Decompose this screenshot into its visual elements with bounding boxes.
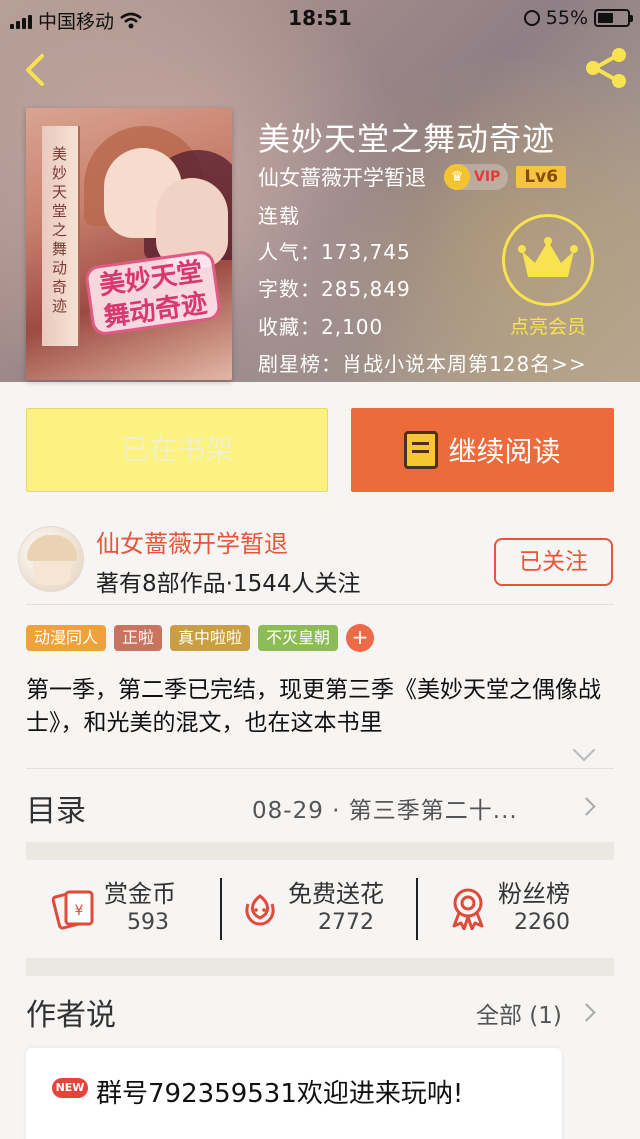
vip-label: VIP (474, 169, 501, 185)
crown-icon (518, 237, 578, 277)
medal-icon (452, 888, 484, 930)
follow-button[interactable]: 已关注 (494, 538, 613, 586)
book-cover[interactable]: 美妙天堂之舞动奇迹 美妙天堂舞动奇迹 (26, 108, 232, 380)
favorites: 收藏：2,100 (258, 315, 384, 339)
vip-badge: ♛ VIP (444, 164, 509, 190)
expand-icon[interactable] (572, 738, 596, 762)
crown-icon: ♛ (444, 164, 470, 190)
continue-reading-label: 继续阅读 (448, 435, 561, 468)
back-icon[interactable] (18, 52, 54, 88)
section-divider (26, 842, 614, 860)
tag[interactable]: 正啦 (114, 625, 163, 651)
reward-coins-label: 赏金币 (104, 880, 176, 908)
flower-icon (245, 894, 275, 926)
reward-coins-value: 593 (127, 910, 169, 935)
author-name[interactable]: 仙女蔷薇开学暂退 (258, 162, 426, 192)
level-badge: Lv6 (516, 166, 567, 188)
book-description: 第一季，第二季已完结，现更第三季《美妙天堂之偶像战士》，和光美的混文，也在这本书… (26, 677, 601, 736)
continue-reading-button[interactable]: 继续阅读 (351, 408, 614, 492)
chevron-right-icon[interactable] (577, 1003, 596, 1022)
fan-ranking-label: 粉丝榜 (498, 880, 570, 908)
author-card-name[interactable]: 仙女蔷薇开学暂退 (96, 524, 288, 559)
toc-label[interactable]: 目录 (26, 786, 86, 830)
add-tag-button[interactable]: + (346, 624, 375, 652)
divider (416, 878, 418, 940)
battery-status: 55% (523, 7, 633, 29)
battery-percent: 55% (545, 7, 588, 29)
svg-text:¥: ¥ (75, 903, 84, 919)
book-icon (404, 431, 439, 469)
battery-icon (594, 9, 633, 27)
red-envelope-icon: ¥ (52, 890, 94, 930)
serial-status: 连载 (258, 204, 300, 228)
book-title: 美妙天堂之舞动奇迹 (258, 120, 556, 158)
ranking-link[interactable]: 剧星榜：肖战小说本周第128名>> (258, 348, 587, 377)
rotation-lock-icon (523, 10, 540, 26)
cover-spine: 美妙天堂之舞动奇迹 (42, 126, 80, 346)
free-flowers-label: 免费送花 (288, 880, 384, 908)
free-flowers-value: 2772 (318, 910, 374, 935)
author-note-text: 群号792359531欢迎进来玩呐! (96, 1079, 464, 1109)
tag-list: 动漫同人 正啦 真中啦啦 不灭皇朝 + (26, 624, 375, 652)
section-divider (26, 958, 614, 976)
author-avatar[interactable] (18, 526, 84, 592)
author-says-all[interactable]: 全部 (1) (476, 996, 562, 1030)
author-stats: 著有8部作品·1544人关注 (96, 571, 361, 597)
divider (26, 768, 614, 769)
chevron-right-icon[interactable] (577, 797, 596, 816)
member-label: 点亮会员 (509, 316, 586, 338)
word-count: 字数：285,849 (258, 277, 411, 301)
popularity: 人气：173,745 (258, 240, 411, 264)
author-says-label: 作者说 (26, 998, 116, 1033)
tag[interactable]: 真中啦啦 (170, 625, 251, 651)
share-icon[interactable] (582, 46, 630, 90)
latest-chapter[interactable]: 08-29 · 第三季第二十... (252, 791, 518, 825)
book-detail-page: 中国移动 18:51 55% 美妙天堂之舞动奇迹 美妙天堂舞动奇迹 美妙天堂之舞… (0, 0, 640, 1139)
divider (220, 878, 222, 940)
divider (26, 604, 614, 605)
tag[interactable]: 动漫同人 (26, 625, 107, 651)
member-button[interactable]: 点亮会员 (498, 214, 598, 339)
status-bar: 中国移动 18:51 55% (0, 0, 640, 36)
author-row: 仙女蔷薇开学暂退 ♛ VIP Lv6 (258, 162, 567, 192)
new-badge: NEW (52, 1078, 88, 1098)
tag[interactable]: 不灭皇朝 (258, 625, 339, 651)
cover-logo: 美妙天堂舞动奇迹 (83, 249, 223, 337)
in-shelf-button[interactable]: 已在书架 (26, 408, 328, 492)
fan-ranking-value: 2260 (514, 910, 570, 935)
